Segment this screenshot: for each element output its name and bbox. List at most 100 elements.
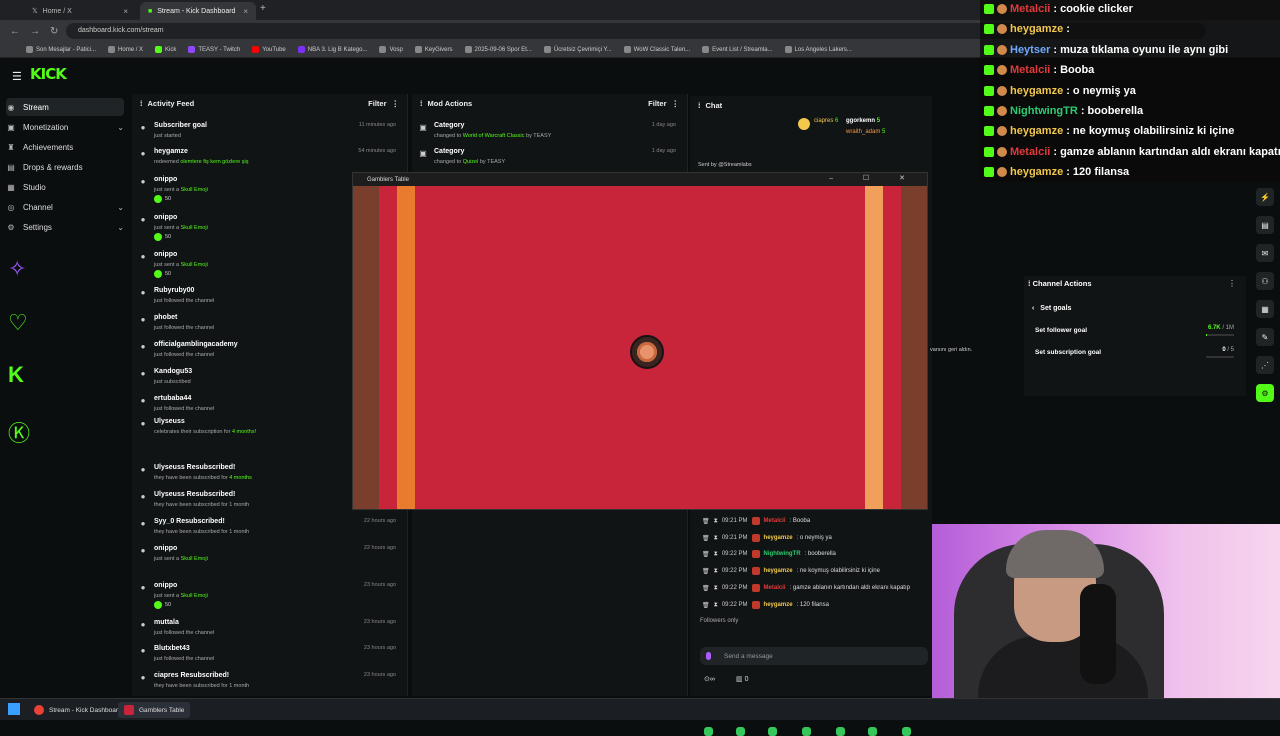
- trash-icon[interactable]: 🗑: [702, 568, 710, 575]
- more-icon[interactable]: ⋮: [1228, 279, 1236, 288]
- bookmark-item[interactable]: Los Angeles Lakers...: [785, 46, 852, 53]
- back-button[interactable]: ‹ Set goals: [1032, 305, 1071, 312]
- bookmark-item[interactable]: KeyGivers: [415, 46, 453, 53]
- message-text: : Booba: [790, 518, 811, 524]
- more-icon[interactable]: ⋮: [672, 99, 680, 108]
- taskbar-item-game[interactable]: Gamblers Table: [118, 702, 190, 718]
- layers-icon[interactable]: ▦: [1256, 300, 1274, 318]
- trash-icon[interactable]: 🗑: [702, 518, 710, 525]
- message-user[interactable]: Metalcii: [764, 518, 786, 524]
- kick-logo[interactable]: KICK: [30, 65, 66, 83]
- sidebar-item-achievements[interactable]: ♜ Achievements: [6, 138, 124, 156]
- emote-icon[interactable]: [802, 727, 811, 736]
- chat-message[interactable]: 🗑⧗09:21 PMMetalcii: Booba: [702, 514, 932, 528]
- window-controls[interactable]: – ☐ ✕: [829, 174, 919, 182]
- chat-message[interactable]: 🗑⧗09:22 PMMetalcii: gamze ablanın kartın…: [702, 581, 932, 595]
- kick-badge-icon: [984, 126, 994, 136]
- heart-icon: ♡: [8, 310, 28, 336]
- emote-icon[interactable]: [704, 727, 713, 736]
- sidebar-item-stream[interactable]: ◉ Stream: [6, 98, 124, 116]
- activity-name: ciapres Resubscribed!: [154, 672, 229, 679]
- reload-icon[interactable]: ↻: [50, 26, 58, 37]
- cookie-coin[interactable]: [630, 335, 664, 369]
- emote-icon[interactable]: [736, 727, 745, 736]
- microphone: [1080, 584, 1116, 684]
- sidebar-item-label: Studio: [23, 183, 46, 192]
- emote-icon[interactable]: [836, 727, 845, 736]
- wrench-icon[interactable]: ✎: [1256, 328, 1274, 346]
- activity-name: Blutxbet43: [154, 645, 190, 652]
- sidebar-item-drops[interactable]: ▤ Drops & rewards: [6, 158, 124, 176]
- bookmark-item[interactable]: Son Mesajlar - Patici...: [26, 46, 96, 53]
- chat-bubble-icon[interactable]: ✉: [1256, 244, 1274, 262]
- timeout-icon[interactable]: ⧗: [714, 518, 718, 525]
- trash-icon[interactable]: 🗑: [702, 585, 710, 592]
- chat-message[interactable]: 🗑⧗09:21 PMheygamze: o neymiş ya: [702, 531, 932, 545]
- chat-message[interactable]: 🗑⧗09:22 PMNightwingTR: booberella: [702, 547, 932, 561]
- bookmark-item[interactable]: Kick: [155, 46, 176, 53]
- bookmark-item[interactable]: YouTube: [252, 46, 286, 53]
- bookmark-item[interactable]: TEASY - Twitch: [188, 46, 240, 53]
- sidebar-item-settings[interactable]: ⚙ Settings ⌄: [6, 218, 124, 236]
- sidebar-item-channel[interactable]: ◎ Channel ⌄: [6, 198, 124, 216]
- bookmark-item[interactable]: 2025-09-06 Spor Et...: [465, 46, 532, 53]
- bookmark-item[interactable]: NBA 3. Lig B Katego...: [298, 46, 368, 53]
- message-user[interactable]: heygamze: [764, 535, 793, 541]
- bookmark-item[interactable]: WoW Classic Talen...: [624, 46, 690, 53]
- filter-button[interactable]: Filter: [648, 99, 666, 108]
- taskbar-item-chrome[interactable]: Stream - Kick Dashboar...: [28, 702, 129, 718]
- trash-icon[interactable]: 🗑: [702, 602, 710, 609]
- drag-handle-icon[interactable]: ⁞: [420, 99, 423, 108]
- subscription-goal-label[interactable]: Set subscription goal: [1035, 349, 1101, 356]
- new-tab-button[interactable]: +: [260, 3, 266, 14]
- menu-icon[interactable]: ☰: [12, 70, 22, 83]
- trash-icon[interactable]: 🗑: [702, 551, 710, 558]
- message-user[interactable]: heygamze: [764, 602, 793, 608]
- sidebar-item-studio[interactable]: ▦ Studio: [6, 178, 124, 196]
- forward-icon[interactable]: →: [30, 26, 40, 37]
- bookmark-item[interactable]: Ücretsiz Çevrimiçi Y...: [544, 46, 612, 53]
- trash-icon[interactable]: 🗑: [702, 535, 710, 542]
- timeout-icon[interactable]: ⧗: [714, 585, 718, 592]
- emote-icon[interactable]: [768, 727, 777, 736]
- sidebar-item-monetization[interactable]: ▣ Monetization ⌄: [6, 118, 124, 136]
- activity-desc: redeemed olemtere fiş kem gözlere şiş: [154, 159, 248, 165]
- chat-message[interactable]: 🗑⧗09:22 PMheygamze: ne koymuş olabilirsi…: [702, 564, 932, 578]
- avatar-badge-icon: [997, 167, 1007, 177]
- game-window[interactable]: Gamblers Table – ☐ ✕: [352, 172, 928, 510]
- windows-start-icon[interactable]: [8, 703, 20, 715]
- lightning-icon[interactable]: ⚡: [1256, 188, 1274, 206]
- timeout-icon[interactable]: ⧗: [714, 568, 718, 575]
- timeout-icon[interactable]: ⧗: [714, 535, 718, 542]
- more-icon[interactable]: ⋮: [392, 99, 400, 108]
- emote-icon[interactable]: [902, 727, 911, 736]
- close-tab-icon[interactable]: ×: [123, 7, 128, 16]
- tab-home-x[interactable]: 𝕏 Home / X ×: [24, 2, 136, 20]
- bookmark-item[interactable]: Event List / Streamla...: [702, 46, 772, 53]
- filter-button[interactable]: Filter: [368, 99, 386, 108]
- message-user[interactable]: Metalcii: [764, 585, 786, 591]
- timeout-icon[interactable]: ⧗: [714, 602, 718, 609]
- close-tab-icon[interactable]: ×: [243, 7, 248, 16]
- mod-action-name: Category: [434, 122, 464, 129]
- clipboard-icon[interactable]: ▤: [1256, 216, 1274, 234]
- message-user[interactable]: heygamze: [764, 568, 793, 574]
- chat-input[interactable]: Send a message: [700, 647, 928, 665]
- reactions-icon[interactable]: ⊙∞: [704, 675, 715, 683]
- bookmark-item[interactable]: Vosp: [379, 46, 402, 53]
- tab-kick-dashboard[interactable]: ■ Stream - Kick Dashboard ×: [140, 2, 256, 20]
- emote-picker-icon[interactable]: [706, 652, 711, 660]
- share-icon[interactable]: ⋰: [1256, 356, 1274, 374]
- emote-icon[interactable]: [868, 727, 877, 736]
- users-icon[interactable]: ⚇: [1256, 272, 1274, 290]
- drag-handle-icon[interactable]: ⁞: [698, 101, 701, 110]
- timeout-icon[interactable]: ⧗: [714, 551, 718, 558]
- activity-icon: ●: [138, 342, 148, 352]
- back-icon[interactable]: ←: [10, 26, 20, 37]
- settings-square-icon[interactable]: ⚙: [1256, 384, 1274, 402]
- chat-message[interactable]: 🗑⧗09:22 PMheygamze: 120 filansa: [702, 598, 932, 612]
- bookmark-item[interactable]: Home / X: [108, 46, 143, 53]
- drag-handle-icon[interactable]: ⁞: [140, 99, 143, 108]
- message-user[interactable]: NightwingTR: [764, 551, 801, 557]
- follower-goal-label[interactable]: Set follower goal: [1035, 327, 1087, 334]
